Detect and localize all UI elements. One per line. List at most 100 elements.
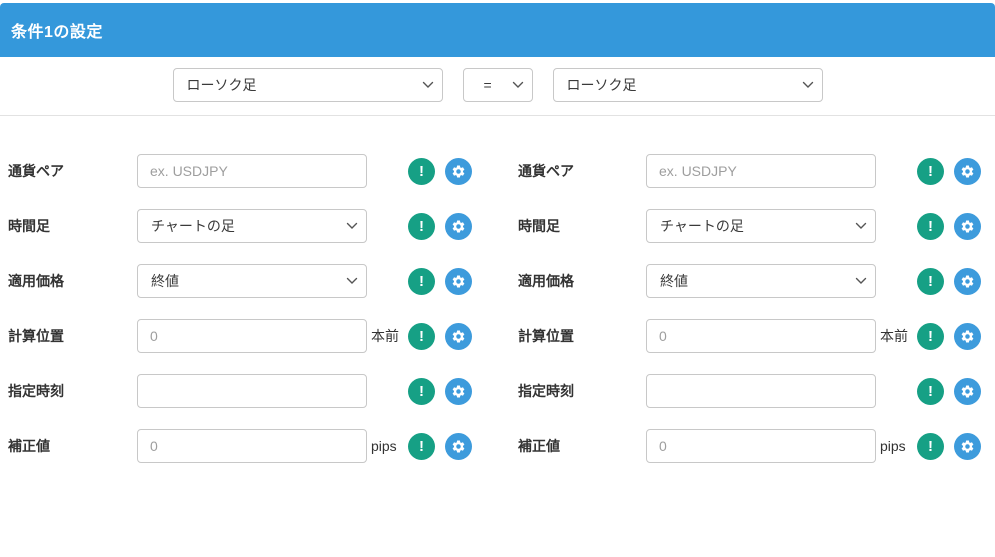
exclamation-icon: ! <box>419 217 424 235</box>
gear-icon <box>452 330 465 342</box>
exclamation-icon: ! <box>419 272 424 290</box>
form-row-specified-time-left: 指定時刻 ! <box>8 374 518 408</box>
exclamation-icon: ! <box>419 437 424 455</box>
field-label: 計算位置 <box>8 328 64 344</box>
alert-button[interactable]: ! <box>408 322 435 350</box>
exclamation-icon: ! <box>419 382 424 400</box>
field-suffix: 本前 <box>371 328 399 344</box>
left-operand-wrap: ローソク足 <box>172 68 443 102</box>
applied-price-select-right[interactable]: 終値 <box>646 264 876 298</box>
row-action-buttons: ! <box>917 432 981 460</box>
gear-icon <box>452 275 465 287</box>
alert-button[interactable]: ! <box>408 377 435 405</box>
form-row-specified-time-right: 指定時刻 ! <box>518 374 987 408</box>
form-row-correction-value-left: 補正値 pips ! <box>8 429 518 463</box>
field-wrap: 終値 <box>646 264 876 298</box>
correction-value-input-right[interactable] <box>646 429 876 463</box>
field-label: 適用価格 <box>518 273 574 289</box>
calc-position-input-right[interactable] <box>646 319 876 353</box>
form-row-correction-value-right: 補正値 pips ! <box>518 429 987 463</box>
field-label: 時間足 <box>8 218 50 234</box>
field-label: 補正値 <box>8 438 50 454</box>
timeframe-select-right[interactable]: チャートの足 <box>646 209 876 243</box>
alert-button[interactable]: ! <box>917 377 944 405</box>
form-row-applied-price-left: 適用価格 終値 ! <box>8 264 518 298</box>
form-column-right: 通貨ペア ! 時間足 チャートの足 <box>518 154 987 484</box>
alert-button[interactable]: ! <box>408 212 435 240</box>
field-label: 補正値 <box>518 438 560 454</box>
field-wrap: チャートの足 <box>646 209 876 243</box>
gear-icon <box>961 275 974 287</box>
timeframe-select-left[interactable]: チャートの足 <box>137 209 367 243</box>
row-action-buttons: ! <box>917 157 981 185</box>
panel-header: 条件1の設定 <box>0 3 995 57</box>
settings-button[interactable] <box>445 212 472 240</box>
alert-button[interactable]: ! <box>408 267 435 295</box>
alert-button[interactable]: ! <box>917 432 944 460</box>
currency-pair-input-left[interactable] <box>137 154 367 188</box>
exclamation-icon: ! <box>928 272 933 290</box>
form-area: 通貨ペア ! 時間足 チャートの足 <box>0 116 995 484</box>
settings-button[interactable] <box>954 432 981 460</box>
gear-icon <box>961 385 974 397</box>
exclamation-icon: ! <box>928 382 933 400</box>
settings-button[interactable] <box>954 157 981 185</box>
settings-button[interactable] <box>954 267 981 295</box>
row-action-buttons: ! <box>917 212 981 240</box>
gear-icon <box>452 165 465 177</box>
form-row-currency-pair-left: 通貨ペア ! <box>8 154 518 188</box>
alert-button[interactable]: ! <box>408 432 435 460</box>
field-suffix: 本前 <box>880 328 908 344</box>
field-label: 適用価格 <box>8 273 64 289</box>
field-wrap <box>137 429 367 463</box>
settings-button[interactable] <box>445 322 472 350</box>
condition-settings-panel: 条件1の設定 ローソク足 = ローソク足 通貨ペア ex. USDJPY ! 時… <box>0 0 995 557</box>
calc-position-input-left[interactable] <box>137 319 367 353</box>
row-action-buttons: ! <box>408 432 472 460</box>
gear-icon <box>961 330 974 342</box>
alert-button[interactable]: ! <box>917 157 944 185</box>
gear-icon <box>961 220 974 232</box>
applied-price-select-left[interactable]: 終値 <box>137 264 367 298</box>
specified-time-input-left[interactable] <box>137 374 367 408</box>
alert-button[interactable]: ! <box>917 322 944 350</box>
exclamation-icon: ! <box>928 437 933 455</box>
settings-button[interactable] <box>445 157 472 185</box>
field-wrap: 終値 <box>137 264 367 298</box>
settings-button[interactable] <box>445 377 472 405</box>
field-label: 指定時刻 <box>518 383 574 399</box>
form-column-left: 通貨ペア ! 時間足 チャートの足 <box>8 154 518 484</box>
right-operand-select[interactable]: ローソク足 <box>552 68 823 102</box>
left-operand-select[interactable]: ローソク足 <box>172 68 443 102</box>
settings-button[interactable] <box>954 212 981 240</box>
field-wrap <box>137 154 367 188</box>
alert-button[interactable]: ! <box>917 212 944 240</box>
correction-value-input-left[interactable] <box>137 429 367 463</box>
field-label: 計算位置 <box>518 328 574 344</box>
row-action-buttons: ! <box>917 322 981 350</box>
gear-icon <box>452 440 465 452</box>
operator-select[interactable]: = <box>462 68 533 102</box>
form-row-calc-position-left: 計算位置 本前 ! <box>8 319 518 353</box>
gear-icon <box>452 385 465 397</box>
field-wrap <box>137 374 367 408</box>
form-row-currency-pair-right: 通貨ペア ! <box>518 154 987 188</box>
alert-button[interactable]: ! <box>917 267 944 295</box>
currency-pair-input-right[interactable] <box>646 154 876 188</box>
field-wrap <box>646 374 876 408</box>
alert-button[interactable]: ! <box>408 157 435 185</box>
specified-time-input-right[interactable] <box>646 374 876 408</box>
right-operand-wrap: ローソク足 <box>552 68 823 102</box>
form-row-timeframe-left: 時間足 チャートの足 ! <box>8 209 518 243</box>
settings-button[interactable] <box>445 432 472 460</box>
form-row-timeframe-right: 時間足 チャートの足 ! <box>518 209 987 243</box>
row-action-buttons: ! <box>917 377 981 405</box>
gear-icon <box>961 165 974 177</box>
settings-button[interactable] <box>954 322 981 350</box>
exclamation-icon: ! <box>928 217 933 235</box>
settings-button[interactable] <box>954 377 981 405</box>
panel-title: 条件1の設定 <box>11 24 103 41</box>
exclamation-icon: ! <box>419 162 424 180</box>
field-label: 通貨ペア <box>8 163 64 179</box>
settings-button[interactable] <box>445 267 472 295</box>
